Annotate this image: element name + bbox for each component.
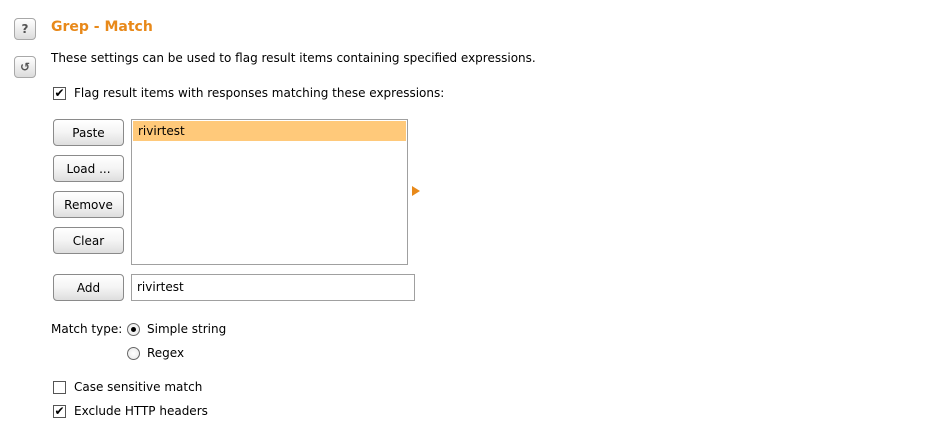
case-sensitive-row[interactable]: Case sensitive match bbox=[53, 380, 202, 394]
clear-button[interactable]: Clear bbox=[53, 227, 124, 254]
grep-match-panel: ? ↺ Grep - Match These settings can be u… bbox=[0, 0, 932, 430]
reset-button[interactable]: ↺ bbox=[14, 56, 36, 78]
list-item[interactable]: rivirtest bbox=[133, 121, 406, 141]
radio-regex-label: Regex bbox=[147, 346, 185, 360]
paste-button[interactable]: Paste bbox=[53, 119, 124, 146]
flag-checkbox-label: Flag result items with responses matchin… bbox=[74, 86, 445, 100]
radio-regex[interactable]: Regex bbox=[127, 346, 184, 360]
exclude-headers-label: Exclude HTTP headers bbox=[74, 404, 208, 418]
radio-simple-string[interactable]: Simple string bbox=[127, 322, 226, 336]
add-expression-input[interactable]: rivirtest bbox=[131, 274, 415, 301]
help-button[interactable]: ? bbox=[14, 18, 36, 40]
flag-option-row[interactable]: ✔ Flag result items with responses match… bbox=[53, 86, 444, 100]
section-description: These settings can be used to flag resul… bbox=[51, 51, 536, 65]
match-type-label: Match type: bbox=[51, 322, 123, 336]
load-button[interactable]: Load ... bbox=[53, 155, 124, 182]
remove-button[interactable]: Remove bbox=[53, 191, 124, 218]
help-icon: ? bbox=[21, 22, 29, 36]
radio-regex-icon[interactable] bbox=[127, 346, 140, 360]
add-button[interactable]: Add bbox=[53, 274, 124, 301]
expand-arrow-icon[interactable] bbox=[412, 186, 420, 196]
case-sensitive-label: Case sensitive match bbox=[74, 380, 203, 394]
case-sensitive-checkbox[interactable] bbox=[53, 380, 66, 394]
radio-simple-string-icon[interactable] bbox=[127, 322, 140, 336]
section-title: Grep - Match bbox=[51, 19, 153, 35]
expression-list[interactable]: rivirtest bbox=[131, 119, 408, 265]
flag-checkbox[interactable]: ✔ bbox=[53, 86, 66, 100]
exclude-headers-row[interactable]: ✔ Exclude HTTP headers bbox=[53, 404, 208, 418]
radio-simple-string-label: Simple string bbox=[147, 322, 227, 336]
reset-icon: ↺ bbox=[19, 60, 31, 74]
exclude-headers-checkbox[interactable]: ✔ bbox=[53, 404, 66, 418]
